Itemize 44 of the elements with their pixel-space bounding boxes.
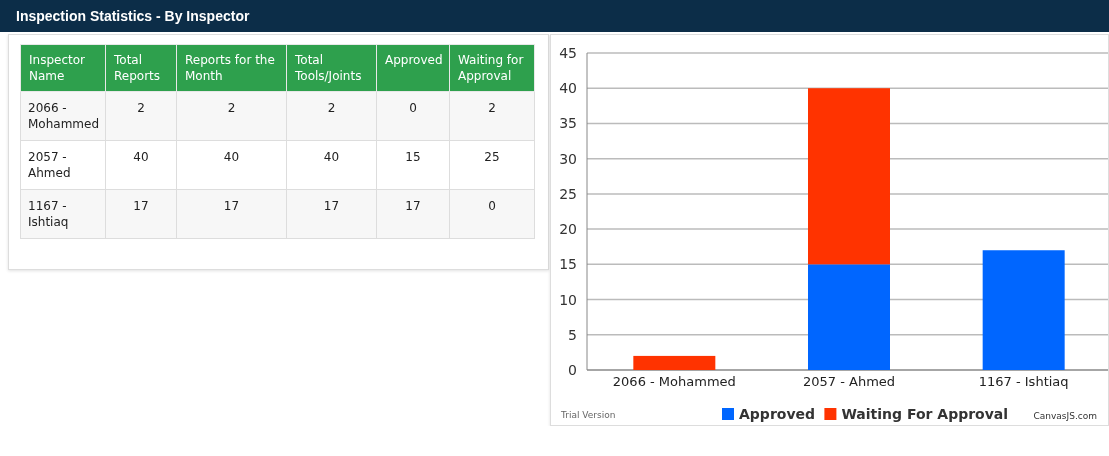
table-cell: 2 <box>176 91 287 141</box>
table-cell: 40 <box>286 140 377 190</box>
page-title: Inspection Statistics - By Inspector <box>0 0 1109 32</box>
column-header: Total Reports <box>105 44 177 92</box>
y-tick-label: 35 <box>559 115 578 132</box>
table-cell: 2 <box>449 91 535 141</box>
y-tick-label: 45 <box>559 45 578 61</box>
legend-swatch <box>722 408 735 420</box>
y-tick-label: 40 <box>559 80 578 97</box>
table-cell: 40 <box>176 140 287 190</box>
table-cell: 0 <box>376 91 450 141</box>
table-cell: 0 <box>449 189 535 239</box>
column-header: Reports for the Month <box>176 44 287 92</box>
y-tick-label: 30 <box>559 150 578 167</box>
table-cell: 17 <box>105 189 177 239</box>
column-header: Approved <box>376 44 450 92</box>
table-cell: 17 <box>376 189 450 239</box>
table-cell: 40 <box>105 140 177 190</box>
table-cell: 25 <box>449 140 535 190</box>
y-tick-label: 10 <box>559 291 578 308</box>
table-cell: 2 <box>286 91 377 141</box>
x-tick-label: 2057 - Ahmed <box>803 374 896 389</box>
column-header: Inspector Name <box>20 44 106 92</box>
table-cell: 2057 - Ahmed <box>20 140 106 190</box>
table-cell: 2 <box>105 91 177 141</box>
trial-note: Trial Version <box>561 410 616 420</box>
y-tick-label: 15 <box>559 256 578 273</box>
column-header: Waiting for Approval <box>449 44 535 92</box>
x-tick-label: 1167 - Ishtiaq <box>978 374 1069 389</box>
table-cell: 15 <box>376 140 450 190</box>
legend-swatch <box>824 408 837 420</box>
legend-label: Waiting For Approval <box>841 406 1009 422</box>
y-tick-label: 20 <box>559 221 578 238</box>
x-tick-label: 2066 - Mohammed <box>612 374 736 389</box>
table-cell: 1167 - Ishtiaq <box>20 189 106 239</box>
table-cell: 2066 - Mohammed <box>20 91 106 141</box>
credit-text: CanvasJS.com <box>1033 411 1098 421</box>
table-cell: 17 <box>286 189 377 239</box>
y-tick-label: 5 <box>568 326 578 343</box>
legend-label: Approved <box>739 406 816 422</box>
table-cell: 17 <box>176 189 287 239</box>
column-header: Total Tools/Joints <box>286 44 377 92</box>
y-tick-label: 0 <box>568 362 578 378</box>
y-tick-label: 25 <box>559 185 578 202</box>
